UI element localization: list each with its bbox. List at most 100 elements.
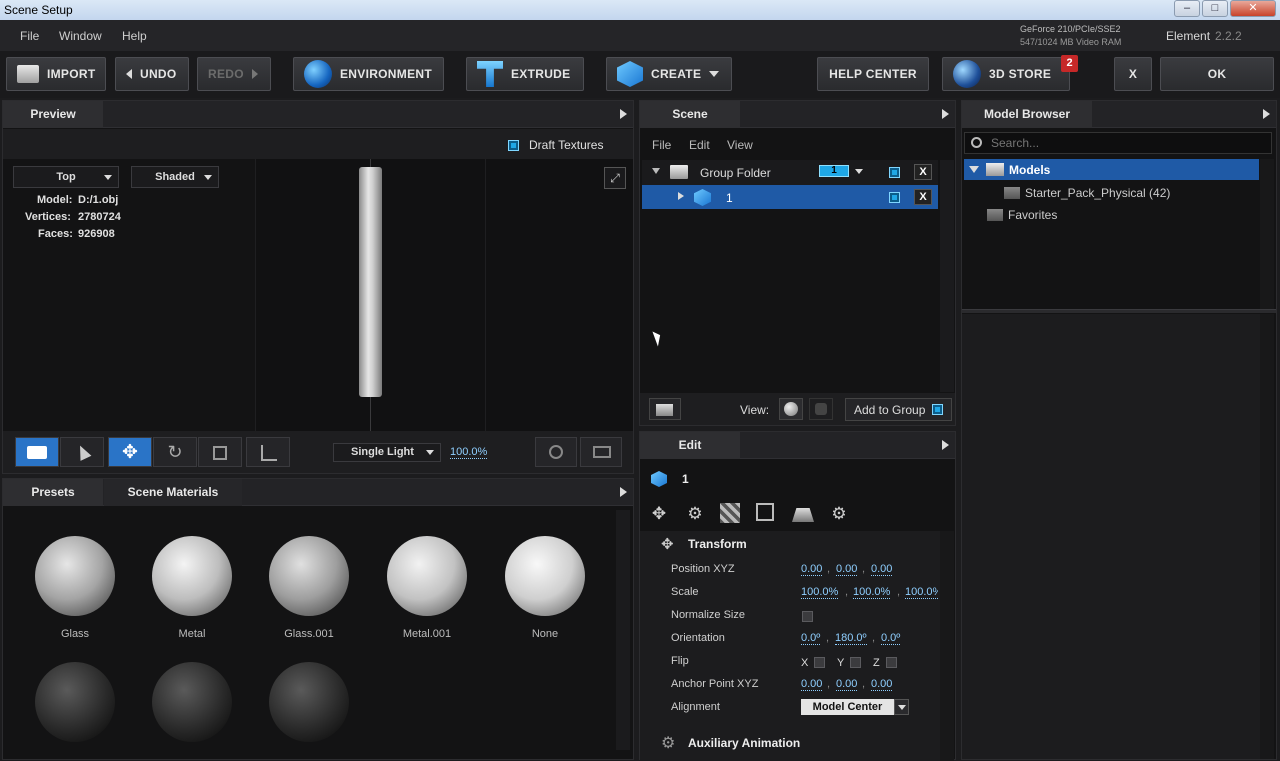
duplicate-tab-icon[interactable] (756, 503, 778, 525)
normalize-size-checkbox[interactable] (802, 611, 813, 622)
orientation-z-value[interactable]: 0.0º (881, 632, 901, 645)
material-glass-sphere[interactable] (35, 536, 115, 616)
menu-help[interactable]: Help (122, 29, 147, 43)
material-tab-icon[interactable] (720, 503, 742, 525)
scene-scrollbar[interactable] (940, 160, 954, 392)
orientation-y-value[interactable]: 180.0º (835, 632, 867, 645)
scene-row-group[interactable]: Group Folder 1 (642, 160, 938, 185)
menu-file[interactable]: File (20, 29, 39, 43)
flip-y-checkbox[interactable] (850, 657, 861, 668)
material-metal-001-sphere[interactable] (387, 536, 467, 616)
scene-menu-view[interactable]: View (727, 138, 753, 152)
maximize-button[interactable]: □ (1202, 0, 1228, 17)
flip-x-checkbox[interactable] (814, 657, 825, 668)
panel-expand-arrow-icon[interactable] (942, 440, 949, 450)
zoom-value[interactable]: 100.0% (450, 446, 488, 459)
transform-section-title[interactable]: Transform (688, 537, 747, 551)
tree-starter-pack[interactable]: Starter_Pack_Physical (42) (1025, 186, 1170, 200)
transform-tab-icon[interactable]: ✥ (648, 503, 670, 525)
browser-thumbnails-scrollbar[interactable] (1260, 314, 1274, 759)
tree-item-models[interactable]: Models (964, 159, 1259, 180)
flip-z-checkbox[interactable] (886, 657, 897, 668)
position-y-value[interactable]: 0.00 (836, 563, 858, 576)
axis-tool-button[interactable] (246, 437, 290, 467)
scale-x-value[interactable]: 100.0% (801, 586, 839, 599)
edit-scrollbar[interactable] (940, 531, 954, 761)
browser-tree-scrollbar[interactable] (1260, 159, 1274, 309)
tab-edit[interactable]: Edit (640, 432, 740, 459)
anchor-z-value[interactable]: 0.00 (871, 678, 893, 691)
gears-tab-icon[interactable]: ⚙ (684, 503, 706, 525)
screen-button[interactable] (580, 437, 622, 467)
redo-button[interactable]: REDO (197, 57, 271, 91)
group-count-badge[interactable]: 1 (819, 165, 849, 177)
deform-tab-icon[interactable] (792, 503, 814, 525)
scene-menu-edit[interactable]: Edit (689, 138, 710, 152)
expand-arrow-icon[interactable] (969, 166, 979, 173)
minimize-button[interactable]: – (1174, 0, 1200, 17)
rotate-tool-button[interactable]: ↻ (153, 437, 197, 467)
draft-textures-checkbox[interactable] (508, 140, 519, 151)
materials-scrollbar[interactable] (616, 510, 630, 750)
view-sphere-button[interactable] (779, 398, 803, 420)
material-dark-sphere[interactable] (269, 662, 349, 742)
delete-item-button[interactable]: X (914, 189, 932, 205)
undo-button[interactable]: UNDO (115, 57, 189, 91)
scene-row-item-selected[interactable]: 1 (642, 185, 938, 209)
camera-tool-button[interactable] (15, 437, 59, 467)
scale-y-value[interactable]: 100.0% (853, 586, 891, 599)
import-button[interactable]: IMPORT (6, 57, 106, 91)
delete-group-button[interactable]: X (914, 164, 932, 180)
viewport[interactable]: ⤢ (255, 159, 633, 431)
scale-tool-button[interactable] (198, 437, 242, 467)
scene-menu-file[interactable]: File (652, 138, 671, 152)
item-visibility-checkbox[interactable] (889, 192, 900, 203)
3d-store-button[interactable]: 3D STORE (942, 57, 1070, 91)
model-search-box[interactable] (964, 132, 1272, 154)
select-tool-button[interactable] (60, 437, 104, 467)
add-to-group-checkbox[interactable] (932, 404, 943, 415)
material-none-sphere[interactable] (505, 536, 585, 616)
search-input[interactable] (991, 134, 1261, 152)
tab-scene-materials[interactable]: Scene Materials (104, 479, 242, 506)
panel-expand-arrow-icon[interactable] (942, 109, 949, 119)
panel-expand-arrow-icon[interactable] (620, 487, 627, 497)
menu-window[interactable]: Window (59, 29, 102, 43)
help-center-button[interactable]: HELP CENTER (817, 57, 929, 91)
add-to-group-button[interactable]: Add to Group (845, 398, 952, 421)
tab-scene[interactable]: Scene (640, 101, 740, 128)
anchor-y-value[interactable]: 0.00 (836, 678, 858, 691)
position-z-value[interactable]: 0.00 (871, 563, 893, 576)
tree-favorites[interactable]: Favorites (1008, 208, 1057, 222)
move-tool-button[interactable]: ✥ (108, 437, 152, 467)
extrude-button[interactable]: EXTRUDE (466, 57, 584, 91)
alignment-dropdown-toggle[interactable] (894, 699, 909, 715)
tab-preview[interactable]: Preview (3, 101, 103, 128)
anchor-x-value[interactable]: 0.00 (801, 678, 823, 691)
alignment-dropdown[interactable]: Model Center (801, 699, 894, 715)
orientation-x-value[interactable]: 0.0º (801, 632, 821, 645)
view-particles-button[interactable] (809, 398, 833, 420)
ok-button[interactable]: OK (1160, 57, 1274, 91)
auxiliary-animation-title[interactable]: Auxiliary Animation (688, 736, 800, 750)
create-button[interactable]: CREATE (606, 57, 732, 91)
browser-splitter[interactable] (962, 309, 1276, 313)
material-dark-sphere[interactable] (152, 662, 232, 742)
tab-presets[interactable]: Presets (3, 479, 103, 506)
close-window-button[interactable]: ✕ (1230, 0, 1276, 17)
position-x-value[interactable]: 0.00 (801, 563, 823, 576)
panel-expand-arrow-icon[interactable] (1263, 109, 1270, 119)
material-dark-sphere[interactable] (35, 662, 115, 742)
view-dropdown[interactable]: Top (13, 166, 119, 188)
settings-tab-icon[interactable]: ⚙ (828, 503, 850, 525)
environment-button[interactable]: ENVIRONMENT (293, 57, 444, 91)
focus-button[interactable] (535, 437, 577, 467)
scale-z-value[interactable]: 100.0% (905, 586, 938, 599)
expand-arrow-icon[interactable] (678, 192, 684, 200)
material-glass-001-sphere[interactable] (269, 536, 349, 616)
material-metal-sphere[interactable] (152, 536, 232, 616)
lighting-dropdown[interactable]: Single Light (333, 443, 441, 462)
expand-arrow-icon[interactable] (652, 168, 660, 174)
panel-expand-arrow-icon[interactable] (620, 109, 627, 119)
group-visibility-checkbox[interactable] (889, 167, 900, 178)
